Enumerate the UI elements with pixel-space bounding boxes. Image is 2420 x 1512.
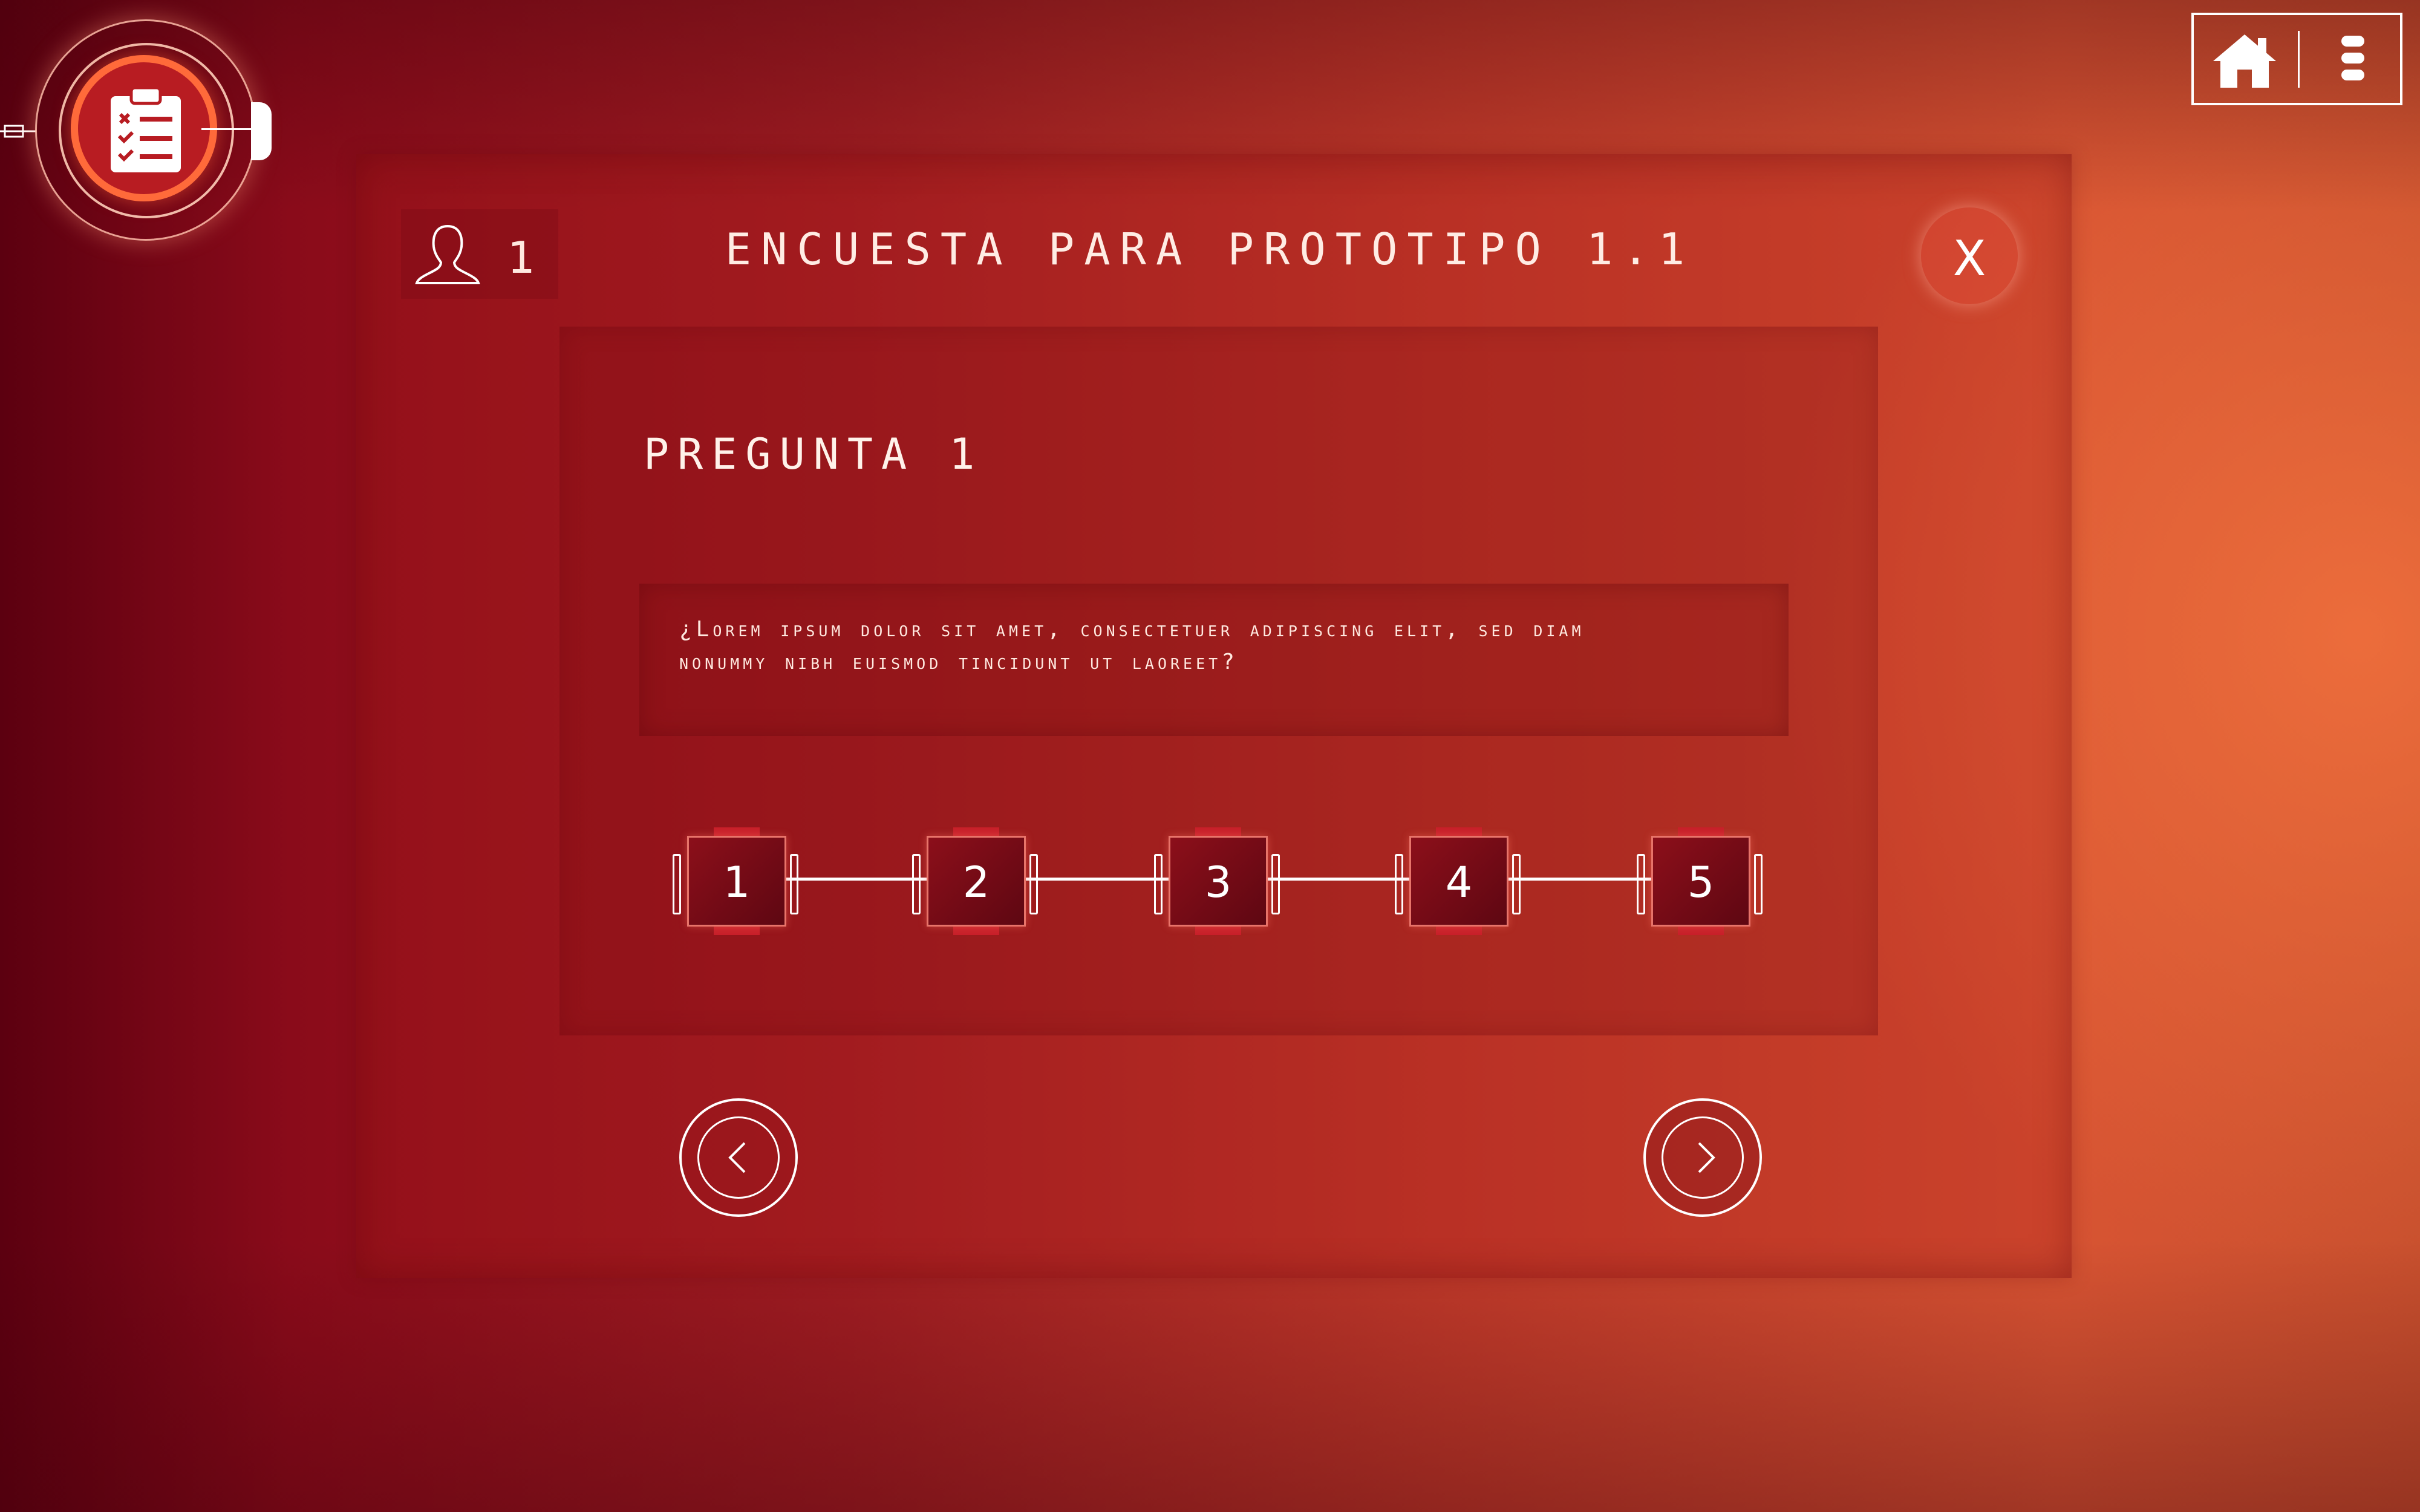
option-pins [1154,854,1163,914]
rating-option-3[interactable]: 3 [1153,824,1281,935]
option-tab [1436,927,1482,935]
question-label: PREGUNTA 1 [644,429,983,479]
question-text-line-1: ¿Lorem ipsum dolor sit amet, consectetue… [679,617,1585,642]
option-pins [912,854,921,914]
menu-dots-icon [2341,36,2364,47]
participant-counter: 1 [401,209,558,299]
option-number: 3 [1204,858,1232,907]
participant-count: 1 [507,232,535,283]
close-label: X [1952,230,1986,287]
rating-option-5[interactable]: 5 [1636,824,1764,935]
option-number: 2 [962,858,990,907]
option-pins [1637,854,1645,914]
dialog-title: ENCUESTA PARA PROTOTIPO 1.1 [725,224,1695,275]
next-button[interactable] [1643,1098,1762,1217]
option-pins [673,854,681,914]
option-pins [1271,854,1280,914]
option-pins [1754,854,1763,914]
option-number: 1 [723,858,751,907]
option-number: 4 [1445,858,1473,907]
option-number: 5 [1687,858,1715,907]
home-button[interactable] [2211,32,2278,90]
chevron-left-icon [728,1142,746,1173]
option-pins [1029,854,1038,914]
option-tab [714,927,760,935]
option-tab [953,927,999,935]
rating-option-2[interactable]: 2 [911,824,1039,935]
home-icon [2213,34,2276,88]
menu-dot [2341,53,2364,64]
option-tab [953,827,999,836]
previous-button[interactable] [679,1098,798,1217]
close-button[interactable]: X [1921,207,2018,304]
chevron-right-icon [1698,1142,1715,1173]
rating-option-4[interactable]: 4 [1394,824,1522,935]
app-badge [35,19,272,241]
option-tab [1195,927,1241,935]
option-tab [714,827,760,836]
option-pins [1395,854,1403,914]
option-pins [1512,854,1521,914]
rating-scale: 1 2 3 4 5 [671,816,1772,937]
menu-button[interactable] [2338,36,2369,89]
option-tab [1678,927,1724,935]
nav-separator [2298,31,2300,88]
option-tab [1678,827,1724,836]
user-icon [415,224,480,284]
rating-option-1[interactable]: 1 [671,824,800,935]
connector-decoration [0,123,36,139]
question-text-line-2: nonummy nibh euismod tincidunt ut laoree… [679,650,1238,674]
question-text: ¿Lorem ipsum dolor sit amet, consectetue… [679,613,1768,679]
clipboard-checklist-icon [111,86,181,172]
menu-dot [2341,70,2364,80]
option-tab [1195,827,1241,836]
top-nav [2191,13,2402,105]
badge-tick [201,128,256,130]
option-pins [790,854,798,914]
badge-arc [251,102,272,160]
option-tab [1436,827,1482,836]
